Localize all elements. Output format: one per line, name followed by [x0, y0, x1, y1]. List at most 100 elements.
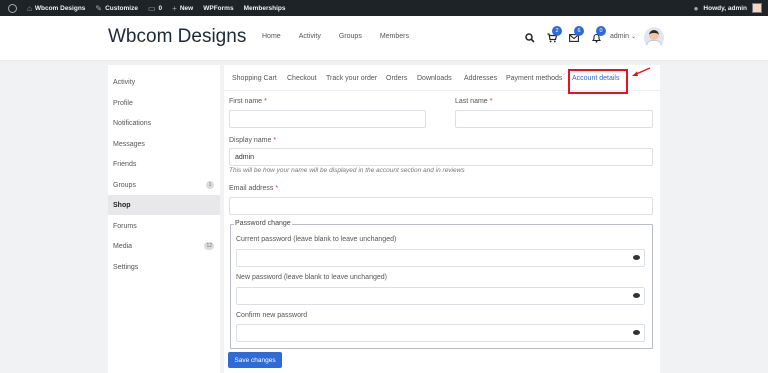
tab-track-order[interactable]: Track your order — [326, 75, 377, 82]
howdy-label: Howdy, admin — [703, 4, 747, 12]
main-nav: Home Activity Groups Members — [262, 33, 409, 40]
sidebar-item-profile[interactable]: Profile — [108, 93, 220, 113]
required-mark: * — [489, 98, 493, 105]
comment-icon: ▭ — [147, 3, 156, 13]
last-name-field[interactable] — [455, 110, 653, 128]
toggle-icon: ● — [693, 3, 699, 13]
admin-avatar — [752, 3, 762, 13]
first-name-field[interactable] — [229, 110, 426, 128]
email-label: Email address * — [229, 185, 278, 192]
new-password-field[interactable] — [236, 287, 645, 305]
cart-button[interactable]: 2 — [541, 26, 563, 47]
comments-item[interactable]: ▭ 0 — [143, 0, 167, 16]
profile-sidebar: Activity Profile Notifications Messages … — [108, 65, 220, 373]
nav-home[interactable]: Home — [262, 33, 281, 40]
sidebar-item-settings[interactable]: Settings — [108, 257, 220, 277]
home-icon: ⌂ — [27, 3, 32, 13]
current-password-label: Current password (leave blank to leave u… — [236, 236, 397, 243]
header-icons: 2 6 0 — [519, 26, 607, 47]
tab-account-details[interactable]: Account details — [572, 75, 619, 82]
email-label-text: Email address — [229, 185, 274, 192]
media-count-badge: 12 — [204, 242, 214, 250]
first-name-label: First name * — [229, 98, 267, 105]
sidebar-item-label: Media — [113, 242, 133, 250]
plus-icon: + — [172, 3, 177, 13]
sidebar-item-friends[interactable]: Friends — [108, 154, 220, 174]
sidebar-item-label: Groups — [113, 181, 136, 189]
shop-tabs: Shopping Cart Checkout Track your order … — [224, 69, 660, 91]
site-title[interactable]: Wbcom Designs — [108, 26, 246, 48]
password-legend: Password change — [234, 220, 292, 227]
required-mark: * — [264, 98, 267, 105]
sidebar-item-label: Messages — [113, 140, 145, 148]
display-name-label-text: Display name — [229, 137, 272, 144]
comments-count: 0 — [158, 4, 163, 12]
brush-icon: ✎ — [95, 3, 103, 13]
sidebar-item-activity[interactable]: Activity — [108, 72, 220, 92]
sidebar-item-label: Settings — [113, 263, 139, 271]
eye-icon[interactable] — [633, 330, 640, 335]
red-arrow-annotation — [632, 67, 651, 76]
avatar-head — [649, 30, 659, 40]
account-item[interactable]: ● Howdy, admin — [694, 0, 762, 16]
customize-item[interactable]: ✎ Customize — [90, 0, 143, 16]
confirm-password-field[interactable] — [236, 324, 645, 342]
wordpress-logo-item[interactable] — [0, 0, 22, 16]
chevron-down-icon: ⌄ — [631, 34, 637, 40]
sidebar-item-label: Activity — [113, 78, 136, 86]
eye-icon[interactable] — [633, 255, 640, 260]
avatar-coat — [646, 40, 662, 49]
sidebar-item-label: Forums — [113, 222, 137, 230]
notifications-button[interactable]: 0 — [585, 26, 607, 47]
email-field[interactable] — [229, 197, 653, 215]
cart-badge: 2 — [552, 26, 562, 36]
tab-shopping-cart[interactable]: Shopping Cart — [232, 75, 277, 82]
sidebar-item-label: Notifications — [113, 119, 152, 127]
display-name-label: Display name * — [229, 137, 276, 144]
new-label: New — [179, 4, 194, 12]
save-changes-button[interactable]: Save changes — [228, 352, 282, 368]
tab-payment-methods[interactable]: Payment methods — [506, 75, 562, 82]
user-menu[interactable]: admin ⌄ — [610, 33, 636, 40]
wordpress-icon — [8, 3, 17, 13]
nav-activity[interactable]: Activity — [299, 33, 321, 40]
notifications-badge: 0 — [596, 26, 606, 36]
sidebar-item-label: Friends — [113, 160, 137, 168]
site-name-label: Wbcom Designs — [34, 4, 86, 12]
tab-addresses[interactable]: Addresses — [464, 75, 497, 82]
sidebar-item-groups[interactable]: Groups 1 — [108, 175, 220, 195]
search-button[interactable] — [519, 29, 541, 47]
new-content-item[interactable]: + New — [167, 0, 198, 16]
admin-bar: ⌂ Wbcom Designs ✎ Customize ▭ 0 + New WPForm… — [0, 0, 768, 16]
confirm-password-label: Confirm new password — [236, 312, 308, 319]
required-mark: * — [273, 137, 277, 144]
last-name-label: Last name * — [455, 98, 492, 105]
nav-members[interactable]: Members — [380, 33, 409, 40]
site-name-item[interactable]: ⌂ Wbcom Designs — [22, 0, 90, 16]
customize-label: Customize — [105, 4, 138, 12]
current-password-field[interactable] — [236, 249, 645, 267]
user-menu-label: admin — [610, 33, 630, 40]
user-avatar[interactable] — [644, 27, 664, 49]
sidebar-item-media[interactable]: Media 12 — [108, 236, 220, 256]
display-name-hint: This will be how your name will be displ… — [229, 167, 465, 174]
sidebar-item-messages[interactable]: Messages — [108, 134, 220, 154]
eye-icon[interactable] — [633, 293, 640, 298]
sidebar-item-shop[interactable]: Shop — [108, 195, 220, 215]
sidebar-item-label: Shop — [113, 201, 131, 209]
tab-checkout[interactable]: Checkout — [287, 75, 317, 82]
messages-button[interactable]: 6 — [563, 26, 585, 47]
memberships-item[interactable]: Memberships — [239, 0, 291, 16]
wpforms-item[interactable]: WPForms — [198, 0, 238, 16]
tab-orders[interactable]: Orders — [386, 75, 407, 82]
search-icon — [525, 33, 535, 43]
tab-downloads[interactable]: Downloads — [417, 75, 452, 82]
wpforms-label: WPForms — [203, 4, 234, 12]
nav-groups[interactable]: Groups — [339, 33, 362, 40]
groups-count-badge: 1 — [206, 181, 214, 189]
sidebar-item-forums[interactable]: Forums — [108, 216, 220, 236]
required-mark: * — [275, 185, 279, 192]
sidebar-item-notifications[interactable]: Notifications — [108, 113, 220, 133]
new-password-label: New password (leave blank to leave uncha… — [236, 274, 387, 281]
display-name-field[interactable]: admin — [229, 148, 653, 166]
